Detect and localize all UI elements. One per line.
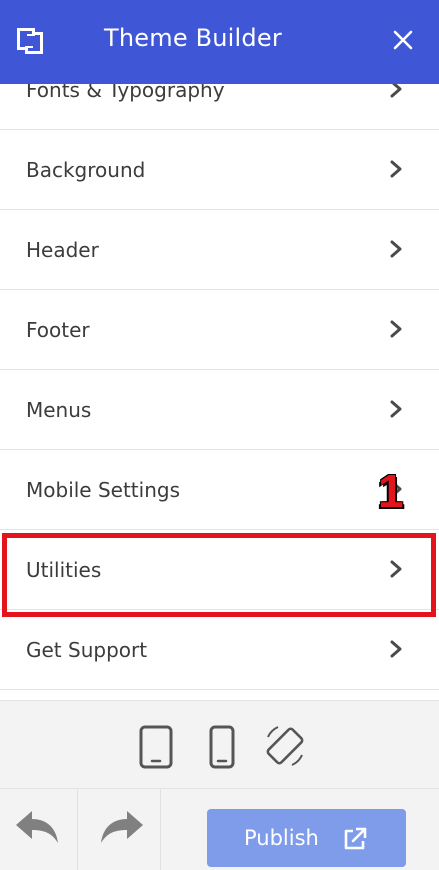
menu-item-label: Header	[26, 238, 99, 262]
divider	[77, 789, 78, 870]
redo-icon[interactable]	[97, 805, 147, 851]
menu-item-label: Background	[26, 158, 146, 182]
rotate-icon[interactable]	[262, 723, 308, 769]
phone-icon[interactable]	[209, 725, 235, 769]
device-preview-bar	[0, 700, 439, 789]
page-title: Theme Builder	[104, 24, 282, 52]
chevron-right-icon	[390, 560, 402, 578]
menu-item-utilities[interactable]: Utilities	[0, 530, 439, 610]
menu-item-mobile-settings[interactable]: Mobile Settings	[0, 450, 439, 530]
close-icon[interactable]	[389, 26, 417, 54]
menu-item-label: Utilities	[26, 558, 102, 582]
chevron-right-icon	[390, 400, 402, 418]
divider	[160, 789, 161, 870]
menu-item-header[interactable]: Header	[0, 210, 439, 290]
app-header: Theme Builder	[0, 0, 439, 84]
chevron-right-icon	[390, 240, 402, 258]
tablet-icon[interactable]	[139, 725, 173, 769]
publish-button[interactable]: Publish	[207, 809, 406, 867]
menu-item-label: Get Support	[26, 638, 148, 662]
step-marker: 1	[378, 465, 404, 517]
publish-label: Publish	[244, 826, 319, 850]
menu-item-menus[interactable]: Menus	[0, 370, 439, 450]
settings-menu: Fonts & Typography Background Header Foo…	[0, 50, 439, 690]
undo-icon[interactable]	[12, 805, 62, 851]
menu-item-label: Footer	[26, 318, 90, 342]
menu-item-label: Menus	[26, 398, 92, 422]
menu-item-label: Mobile Settings	[26, 478, 180, 502]
action-bar: Publish	[0, 788, 439, 870]
menu-item-footer[interactable]: Footer	[0, 290, 439, 370]
chevron-right-icon	[390, 640, 402, 658]
external-link-icon	[344, 827, 367, 850]
menu-item-background[interactable]: Background	[0, 130, 439, 210]
chevron-right-icon	[390, 160, 402, 178]
menu-item-get-support[interactable]: Get Support	[0, 610, 439, 690]
chevron-right-icon	[390, 320, 402, 338]
builder-logo-icon	[17, 28, 43, 54]
theme-builder-panel: Fonts & Typography Background Header Foo…	[0, 0, 439, 870]
